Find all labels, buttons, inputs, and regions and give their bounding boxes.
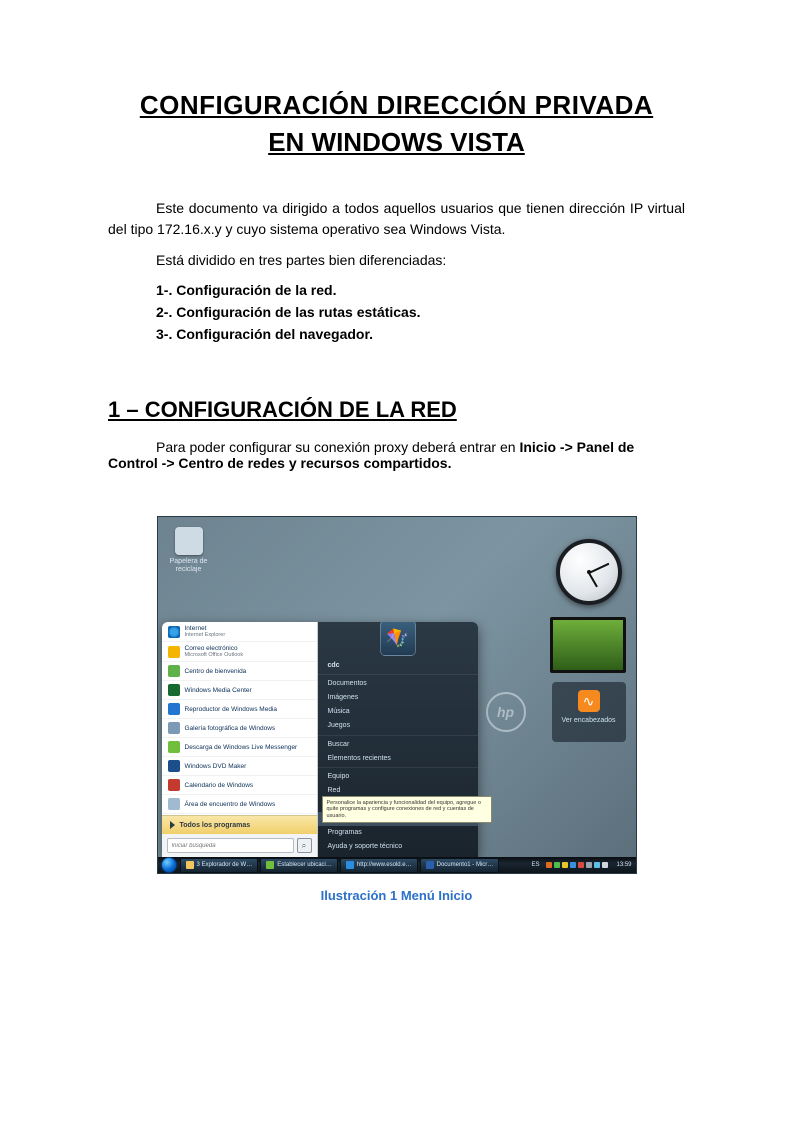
start-right-help[interactable]: Ayuda y soporte técnico <box>318 840 478 854</box>
chevron-right-icon <box>170 821 175 829</box>
word-icon <box>426 861 434 869</box>
pinned-mail[interactable]: Correo electrónicoMicrosoft Office Outlo… <box>162 642 317 662</box>
start-right-computer[interactable]: Equipo <box>318 767 478 784</box>
user-avatar[interactable]: 🪁 <box>380 622 416 656</box>
pinned-label: Correo electrónico <box>185 645 244 652</box>
system-tray[interactable] <box>542 862 612 868</box>
divided-paragraph: Está dividido en tres partes bien difere… <box>108 252 685 268</box>
pinned-wmc[interactable]: Windows Media Center <box>162 681 317 700</box>
section-1-heading: 1 – CONFIGURACIÓN DE LA RED <box>108 397 685 423</box>
start-right-documents[interactable]: Documentos <box>318 674 478 691</box>
tray-icon[interactable] <box>546 862 552 868</box>
pinned-label: Windows DVD Maker <box>185 763 247 770</box>
mail-icon <box>168 646 180 658</box>
pinned-label: Galería fotográfica de Windows <box>185 725 276 732</box>
taskbar-button-word[interactable]: Documento1 - Micr… <box>420 858 500 873</box>
document-page: CONFIGURACIÓN DIRECCIÓN PRIVADA EN WINDO… <box>0 0 793 1122</box>
start-user-name[interactable]: cdc <box>318 658 478 672</box>
taskbar: 3 Explorador de W… Establecer ubicaci… h… <box>158 857 636 873</box>
wmc-icon <box>168 684 180 696</box>
clock-gadget[interactable] <box>556 539 622 605</box>
photo-gadget[interactable] <box>550 617 626 673</box>
pinned-label: Internet <box>185 625 226 632</box>
doc-title-line1: CONFIGURACIÓN DIRECCIÓN PRIVADA <box>108 90 685 121</box>
tray-icon[interactable] <box>586 862 592 868</box>
pinned-sublabel: Microsoft Office Outlook <box>185 652 244 658</box>
taskbar-button-network[interactable]: Establecer ubicaci… <box>260 858 338 873</box>
tray-icon[interactable] <box>578 862 584 868</box>
rss-icon: ∿ <box>578 690 600 712</box>
all-programs-button[interactable]: Todos los programas <box>162 815 317 834</box>
hp-logo: hp <box>486 692 526 732</box>
all-programs-label: Todos los programas <box>180 822 251 829</box>
pinned-label: Área de encuentro de Windows <box>185 801 276 808</box>
taskbar-button-explorer[interactable]: 3 Explorador de W… <box>180 858 259 873</box>
start-right-games[interactable]: Juegos <box>318 719 478 733</box>
rss-gadget[interactable]: ∿ Ver encabezados <box>552 682 626 742</box>
control-panel-tooltip: Personalice la apariencia y funcionalida… <box>322 796 492 823</box>
gallery-icon <box>168 722 180 734</box>
ie-icon <box>346 861 354 869</box>
welcome-icon <box>168 665 180 677</box>
pinned-internet[interactable]: InternetInternet Explorer <box>162 622 317 642</box>
ie-icon <box>168 626 180 638</box>
wlm-icon <box>168 741 180 753</box>
section-1-body-pre: Para poder configurar su conexión proxy … <box>156 439 519 455</box>
toc-item-3: 3-. Configuración del navegador. <box>156 326 685 342</box>
search-icon[interactable]: ⌕ <box>297 838 312 853</box>
tray-icon[interactable] <box>562 862 568 868</box>
taskbar-button-ie[interactable]: http://www.esold.e… <box>340 858 418 873</box>
pinned-dvd[interactable]: Windows DVD Maker <box>162 757 317 776</box>
taskbar-btn-label: Documento1 - Micr… <box>437 862 494 868</box>
figure-caption: Ilustración 1 Menú Inicio <box>108 888 685 903</box>
pinned-welcome[interactable]: Centro de bienvenida <box>162 662 317 681</box>
intro-paragraph: Este documento va dirigido a todos aquel… <box>108 198 685 240</box>
tray-icon[interactable] <box>602 862 608 868</box>
pinned-meeting[interactable]: Área de encuentro de Windows <box>162 795 317 814</box>
taskbar-btn-label: http://www.esold.e… <box>357 862 412 868</box>
tray-icon[interactable] <box>554 862 560 868</box>
pinned-label: Descarga de Windows Live Messenger <box>185 744 298 751</box>
doc-title-line2: EN WINDOWS VISTA <box>108 127 685 158</box>
start-search-input[interactable] <box>167 838 294 853</box>
taskbar-language[interactable]: ES <box>528 862 542 868</box>
meeting-icon <box>168 798 180 810</box>
rss-gadget-label: Ver encabezados <box>561 717 615 724</box>
taskbar-btn-label: Establecer ubicaci… <box>277 862 332 868</box>
start-menu-left-pane: InternetInternet Explorer Correo electró… <box>162 622 318 857</box>
start-right-images[interactable]: Imágenes <box>318 691 478 705</box>
wmp-icon <box>168 703 180 715</box>
pinned-label: Windows Media Center <box>185 687 252 694</box>
start-right-programs[interactable]: Programas <box>318 826 478 840</box>
start-right-recent[interactable]: Elementos recientes <box>318 751 478 765</box>
recycle-bin-icon[interactable]: Papelera de reciclaje <box>168 527 210 573</box>
pinned-calendar[interactable]: Calendario de Windows <box>162 776 317 795</box>
calendar-icon <box>168 779 180 791</box>
tray-icon[interactable] <box>570 862 576 868</box>
start-right-search[interactable]: Buscar <box>318 735 478 752</box>
network-icon <box>266 861 274 869</box>
recycle-bin-glyph <box>175 527 203 555</box>
pinned-label: Reproductor de Windows Media <box>185 706 278 713</box>
pinned-label: Calendario de Windows <box>185 782 254 789</box>
pinned-gallery[interactable]: Galería fotográfica de Windows <box>162 719 317 738</box>
pinned-sublabel: Internet Explorer <box>185 632 226 638</box>
start-right-music[interactable]: Música <box>318 705 478 719</box>
taskbar-btn-label: 3 Explorador de W… <box>197 862 253 868</box>
recycle-bin-label: Papelera de reciclaje <box>170 558 208 573</box>
pinned-wmp[interactable]: Reproductor de Windows Media <box>162 700 317 719</box>
folder-icon <box>186 861 194 869</box>
start-orb[interactable] <box>161 857 177 873</box>
section-1-body: Para poder configurar su conexión proxy … <box>108 439 685 471</box>
toc-item-2: 2-. Configuración de las rutas estáticas… <box>156 304 685 320</box>
dvd-icon <box>168 760 180 772</box>
pinned-wlm[interactable]: Descarga de Windows Live Messenger <box>162 738 317 757</box>
pinned-label: Centro de bienvenida <box>185 668 247 675</box>
tray-icon[interactable] <box>594 862 600 868</box>
toc-item-1: 1-. Configuración de la red. <box>156 282 685 298</box>
pinned-list: InternetInternet Explorer Correo electró… <box>162 622 317 815</box>
figure-screenshot: Papelera de reciclaje ∿ Ver encabezados … <box>157 516 637 874</box>
start-search-row: ⌕ <box>162 834 317 857</box>
taskbar-clock[interactable]: 13:59 <box>612 862 635 868</box>
